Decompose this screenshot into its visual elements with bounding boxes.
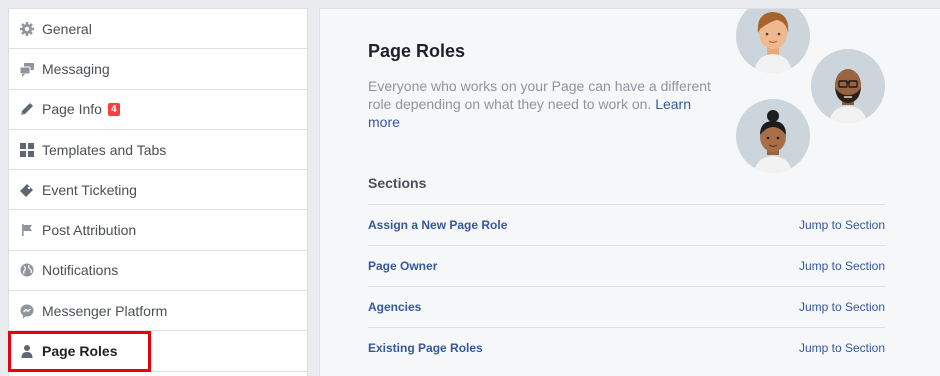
- jump-to-section-link[interactable]: Jump to Section: [799, 259, 885, 273]
- sidebar-item-label: Notifications: [42, 262, 119, 279]
- sidebar-item-event-ticketing[interactable]: Event Ticketing: [9, 170, 307, 211]
- messenger-icon: [19, 303, 35, 319]
- sidebar-item-general[interactable]: General: [9, 9, 307, 50]
- sidebar-item-page-roles[interactable]: Page Roles: [9, 331, 307, 372]
- section-row-assign-new-page-role: Assign a New Page Role Jump to Section: [368, 204, 885, 245]
- section-link[interactable]: Existing Page Roles: [368, 341, 483, 355]
- section-row-page-owner: Page Owner Jump to Section: [368, 245, 885, 286]
- jump-to-section-link[interactable]: Jump to Section: [799, 218, 885, 232]
- chat-bubbles-icon: [19, 61, 35, 77]
- sidebar-item-label: Event Ticketing: [42, 181, 137, 198]
- ticket-icon: [19, 182, 35, 198]
- sidebar-item-post-attribution[interactable]: Post Attribution: [9, 210, 307, 251]
- pencil-icon: [19, 101, 35, 117]
- jump-to-section-link[interactable]: Jump to Section: [799, 341, 885, 355]
- sidebar-item-messaging[interactable]: Messaging: [9, 49, 307, 90]
- sections-list: Assign a New Page Role Jump to Section P…: [368, 204, 885, 368]
- flag-icon: [19, 222, 35, 238]
- notification-badge: 4: [107, 102, 120, 116]
- sidebar-item-messenger-platform[interactable]: Messenger Platform: [9, 291, 307, 332]
- jump-to-section-link[interactable]: Jump to Section: [799, 300, 885, 314]
- avatar-woman-bun: [736, 99, 810, 173]
- sidebar-item-label: Templates and Tabs: [42, 141, 167, 158]
- sidebar-item-templates-and-tabs[interactable]: Templates and Tabs: [9, 130, 307, 171]
- section-link[interactable]: Agencies: [368, 300, 421, 314]
- section-row-existing-page-roles: Existing Page Roles Jump to Section: [368, 327, 885, 368]
- sidebar-item-notifications[interactable]: Notifications: [9, 251, 307, 292]
- sidebar-item-label: General: [42, 20, 92, 37]
- gear-icon: [19, 21, 35, 37]
- sections-header: Sections: [368, 175, 427, 191]
- sidebar-item-label: Page Info: [42, 101, 102, 118]
- sidebar-item-label: Messenger Platform: [42, 302, 168, 319]
- globe-icon: [19, 262, 35, 278]
- page-description: Everyone who works on your Page can have…: [368, 77, 713, 131]
- section-link[interactable]: Page Owner: [368, 259, 437, 273]
- section-link[interactable]: Assign a New Page Role: [368, 218, 507, 232]
- grid-icon: [19, 142, 35, 158]
- avatar-woman-brown-hair: [736, 9, 810, 73]
- sidebar-item-label: Post Attribution: [42, 222, 137, 239]
- page-title: Page Roles: [368, 41, 466, 61]
- settings-sidebar: General Messaging Page Info 4 Templates …: [8, 8, 308, 376]
- section-row-agencies: Agencies Jump to Section: [368, 286, 885, 327]
- sidebar-item-label: Page Roles: [42, 343, 118, 360]
- page-roles-panel: Page Roles Everyone who works on your Pa…: [319, 8, 940, 376]
- sidebar-item-label: Messaging: [42, 60, 110, 77]
- avatar-man-beard-glasses: [811, 49, 885, 123]
- sidebar-item-page-info[interactable]: Page Info 4: [9, 90, 307, 130]
- person-icon: [19, 343, 35, 359]
